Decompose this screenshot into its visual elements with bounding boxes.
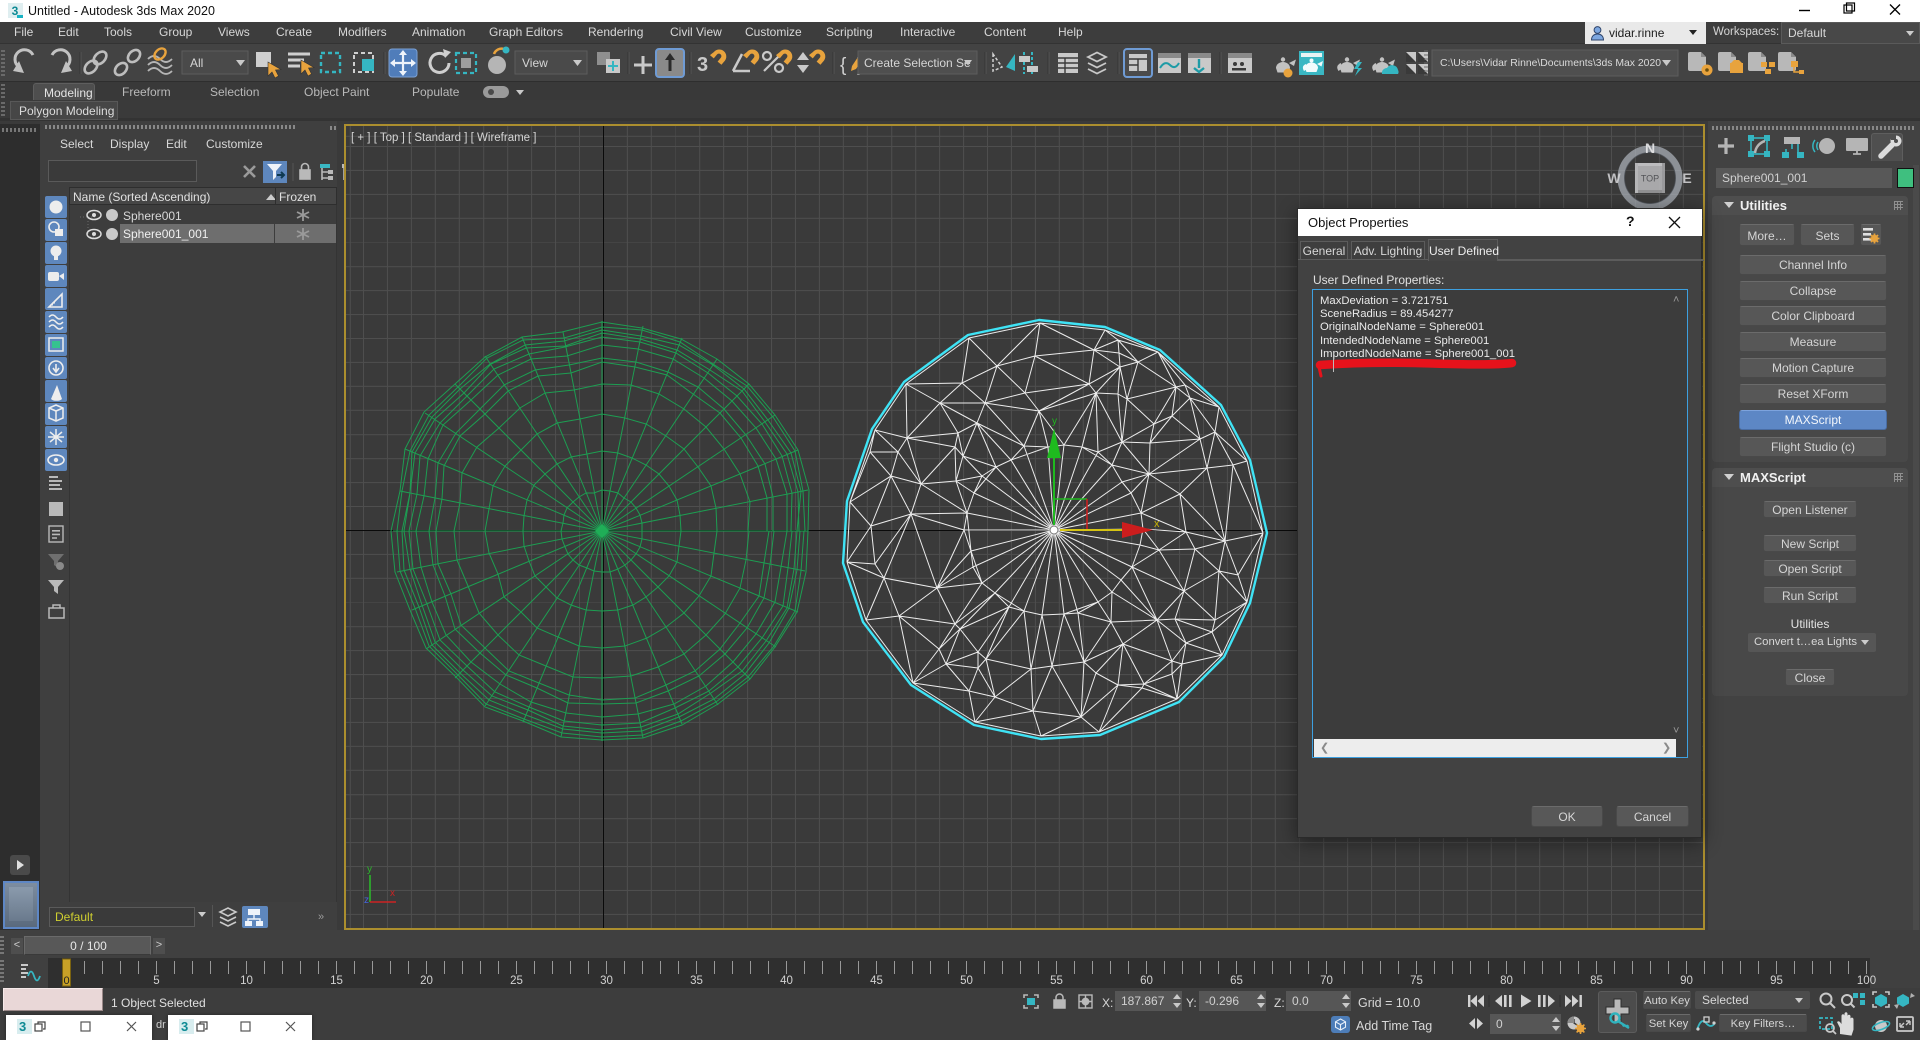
svg-text:0: 0 (63, 975, 69, 987)
svg-text:W: W (1607, 170, 1621, 186)
svg-text:C:\Users\Vidar Rinne\Documents: C:\Users\Vidar Rinne\Documents\3ds Max 2… (1440, 58, 1661, 69)
svg-text:60: 60 (1140, 975, 1153, 987)
svg-text:z: z (364, 895, 369, 906)
svg-text:15: 15 (330, 975, 343, 987)
svg-text:65: 65 (1230, 975, 1243, 987)
svg-text:85: 85 (1590, 975, 1603, 987)
svg-text:10: 10 (240, 975, 253, 987)
svg-text:All: All (190, 56, 203, 70)
svg-text:45: 45 (870, 975, 883, 987)
svg-text:x: x (390, 888, 395, 899)
svg-text:80: 80 (1500, 975, 1513, 987)
svg-text:35: 35 (690, 975, 703, 987)
svg-text:30: 30 (600, 975, 613, 987)
svg-text:55: 55 (1050, 975, 1063, 987)
svg-text:75: 75 (1410, 975, 1423, 987)
svg-text:40: 40 (780, 975, 793, 987)
svg-text:E: E (1682, 170, 1691, 186)
svg-text:y: y (367, 864, 372, 875)
svg-text:25: 25 (510, 975, 523, 987)
svg-text:N: N (1645, 140, 1655, 156)
svg-text:3: 3 (697, 54, 708, 76)
svg-text:View: View (522, 56, 548, 70)
svg-text:»: » (318, 911, 324, 923)
svg-text:50: 50 (960, 975, 973, 987)
svg-text:TOP: TOP (1641, 174, 1659, 184)
svg-text:100: 100 (1857, 975, 1876, 987)
svg-text:90: 90 (1680, 975, 1693, 987)
svg-text:5: 5 (153, 975, 159, 987)
svg-text:20: 20 (420, 975, 433, 987)
svg-text:y: y (1052, 416, 1057, 427)
svg-text:Create Selection Se: Create Selection Se (864, 56, 971, 70)
svg-text:{: { (840, 55, 847, 76)
svg-text:95: 95 (1770, 975, 1783, 987)
svg-text:x: x (1154, 518, 1160, 530)
svg-text:70: 70 (1320, 975, 1333, 987)
